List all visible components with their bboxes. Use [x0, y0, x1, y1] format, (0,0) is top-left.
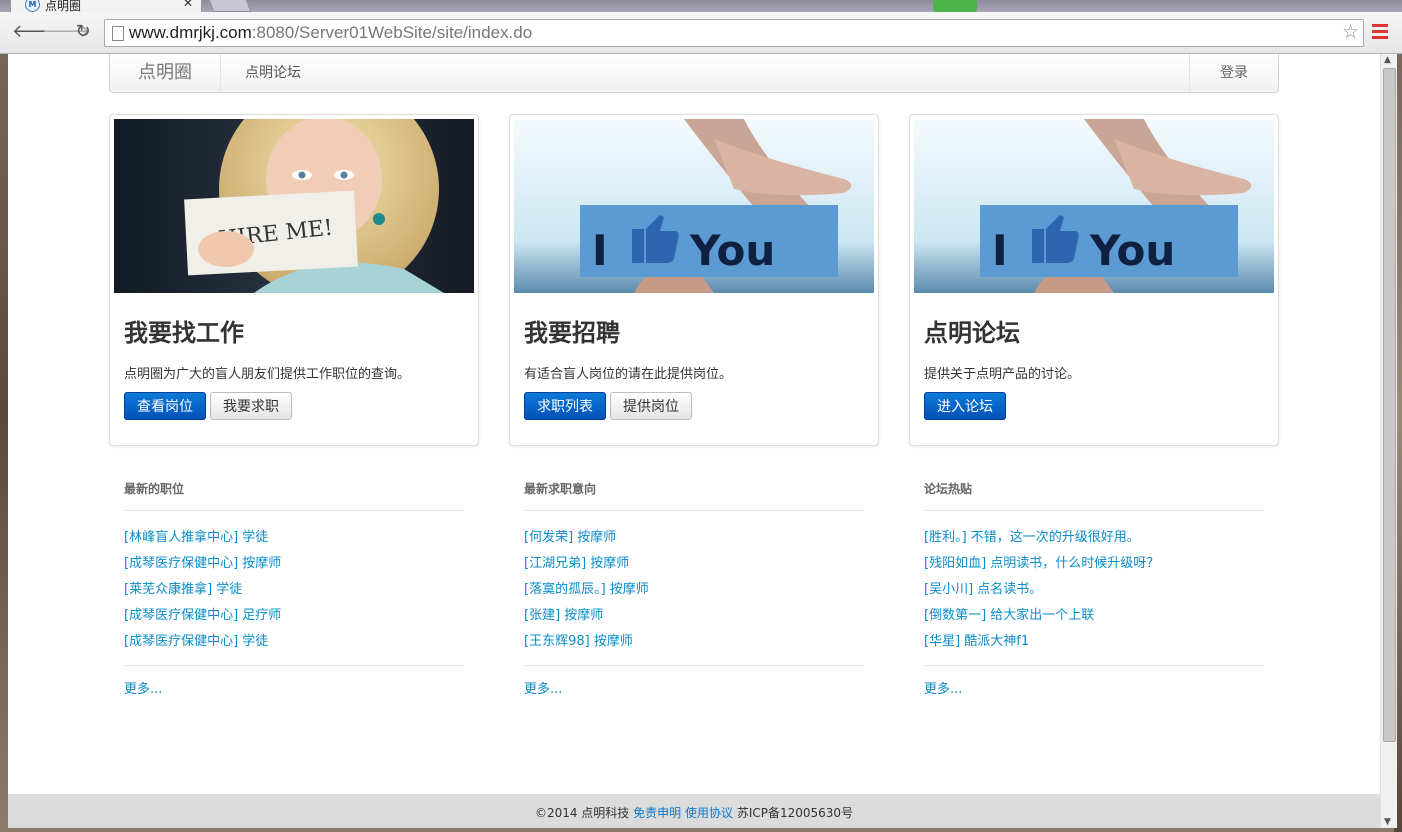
- like-text-i: I: [992, 226, 1008, 275]
- card-find-job: HIRE ME! 我要找工作 点明圈为广大的盲人朋友们提供工作职位的查询。 查看…: [109, 114, 479, 446]
- more-link[interactable]: 更多...: [924, 678, 1264, 697]
- scroll-down-icon[interactable]: ▼: [1384, 817, 1391, 827]
- disclaimer-link[interactable]: 免责申明: [633, 806, 681, 820]
- view-jobs-button[interactable]: 查看岗位: [124, 392, 206, 420]
- icp-text: 苏ICP备12005630号: [736, 806, 854, 820]
- bookmark-star-icon[interactable]: ☆: [1342, 21, 1359, 43]
- card-title: 我要招聘: [524, 318, 620, 347]
- more-link[interactable]: 更多...: [124, 678, 464, 697]
- list-item[interactable]: [林峰盲人推拿中心] 学徒: [124, 525, 464, 551]
- reload-icon[interactable]: ↻: [72, 21, 94, 43]
- list-item[interactable]: [莱芜众康推拿] 学徒: [124, 577, 464, 603]
- list-item[interactable]: [江湖兄弟] 按摩师: [524, 551, 864, 577]
- list-item[interactable]: [倒数第一] 给大家出一个上联: [924, 603, 1264, 629]
- page-viewport: 点明圈 点明论坛 登录 HIRE ME! 我要找工作 点明圈为广大的盲人朋友们提…: [8, 54, 1380, 828]
- agreement-link[interactable]: 使用协议: [685, 806, 733, 820]
- browser-menu-icon[interactable]: [1372, 24, 1388, 40]
- latest-seekers-section: 最新求职意向 [何发荣] 按摩师 [江湖兄弟] 按摩师 [落寞的孤辰。] 按摩师…: [524, 480, 864, 697]
- hire-me-image: HIRE ME!: [114, 119, 474, 293]
- page-icon: [112, 26, 124, 41]
- vertical-scrollbar[interactable]: ▲ ▼: [1380, 54, 1397, 828]
- favicon-icon: M: [25, 0, 40, 12]
- card-description: 提供关于点明产品的讨论。: [924, 367, 1081, 382]
- list-item[interactable]: [张建] 按摩师: [524, 603, 864, 629]
- list-item[interactable]: [王东辉98] 按摩师: [524, 629, 864, 655]
- list-item[interactable]: [落寞的孤辰。] 按摩师: [524, 577, 864, 603]
- browser-toolbar: 🡐 🡒 ↻ www.dmrjkj.com:8080/Server01WebSit…: [0, 12, 1402, 54]
- like-text-you: You: [689, 226, 775, 275]
- tab-close-icon[interactable]: ✕: [183, 0, 193, 10]
- list-item[interactable]: [成琴医疗保健中心] 学徒: [124, 629, 464, 655]
- list-item[interactable]: [残阳如血] 点明读书，什么时候升级呀？: [924, 551, 1264, 577]
- new-tab-button[interactable]: [206, 0, 252, 12]
- card-description: 点明圈为广大的盲人朋友们提供工作职位的查询。: [124, 367, 411, 382]
- site-brand[interactable]: 点明圈: [110, 54, 221, 92]
- card-forum: I You 点明论坛 提供关于点明产品的讨论。 进入论坛: [909, 114, 1279, 446]
- list-item[interactable]: [华星] 酷派大神f1: [924, 629, 1264, 655]
- address-bar[interactable]: www.dmrjkj.com:8080/Server01WebSite/site…: [104, 19, 1364, 47]
- list-item[interactable]: [成琴医疗保健中心] 按摩师: [124, 551, 464, 577]
- like-you-image: I You: [514, 119, 874, 293]
- like-you-image: I You: [914, 119, 1274, 293]
- card-title: 我要找工作: [124, 318, 244, 347]
- hot-posts-section: 论坛热贴 [胜利。] 不错，这一次的升级很好用。 [残阳如血] 点明读书，什么时…: [924, 480, 1264, 697]
- section-heading: 最新的职位: [124, 480, 464, 511]
- tab-strip: M 点明圈 ✕: [0, 0, 1402, 14]
- card-description: 有适合盲人岗位的请在此提供岗位。: [524, 367, 733, 382]
- page-footer: ©2014 点明科技 免责申明 使用协议 苏ICP备12005630号: [8, 794, 1380, 828]
- more-link[interactable]: 更多...: [524, 678, 864, 697]
- site-navbar: 点明圈 点明论坛 登录: [109, 54, 1279, 93]
- desktop-wallpaper-left: [0, 0, 8, 832]
- copyright-text: ©2014 点明科技: [534, 806, 630, 820]
- job-seekers-button[interactable]: 求职列表: [524, 392, 606, 420]
- enter-forum-button[interactable]: 进入论坛: [924, 392, 1006, 420]
- section-heading: 论坛热贴: [924, 480, 1264, 511]
- nav-forum-link[interactable]: 点明论坛: [245, 54, 301, 92]
- post-job-button[interactable]: 提供岗位: [610, 392, 692, 420]
- latest-jobs-section: 最新的职位 [林峰盲人推拿中心] 学徒 [成琴医疗保健中心] 按摩师 [莱芜众康…: [124, 480, 464, 697]
- section-heading: 最新求职意向: [524, 480, 864, 511]
- list-item[interactable]: [成琴医疗保健中心] 足疗师: [124, 603, 464, 629]
- scroll-up-icon[interactable]: ▲: [1384, 55, 1391, 65]
- login-link[interactable]: 登录: [1189, 54, 1278, 92]
- like-text-i: I: [592, 226, 608, 275]
- scrollbar-thumb[interactable]: [1383, 68, 1396, 742]
- forward-arrow-icon[interactable]: 🡒: [42, 21, 90, 43]
- list-item[interactable]: [胜利。] 不错，这一次的升级很好用。: [924, 525, 1264, 551]
- list-item[interactable]: [何发荣] 按摩师: [524, 525, 864, 551]
- like-text-you: You: [1089, 226, 1175, 275]
- card-title: 点明论坛: [924, 318, 1020, 347]
- apply-job-button[interactable]: 我要求职: [210, 392, 292, 420]
- back-arrow-icon[interactable]: 🡐: [12, 21, 60, 43]
- card-recruit: I You 我要招聘 有适合盲人岗位的请在此提供岗位。 求职列表 提供岗位: [509, 114, 879, 446]
- list-item[interactable]: [吴小川] 点名读书。: [924, 577, 1264, 603]
- url-text: www.dmrjkj.com:8080/Server01WebSite/site…: [129, 23, 533, 42]
